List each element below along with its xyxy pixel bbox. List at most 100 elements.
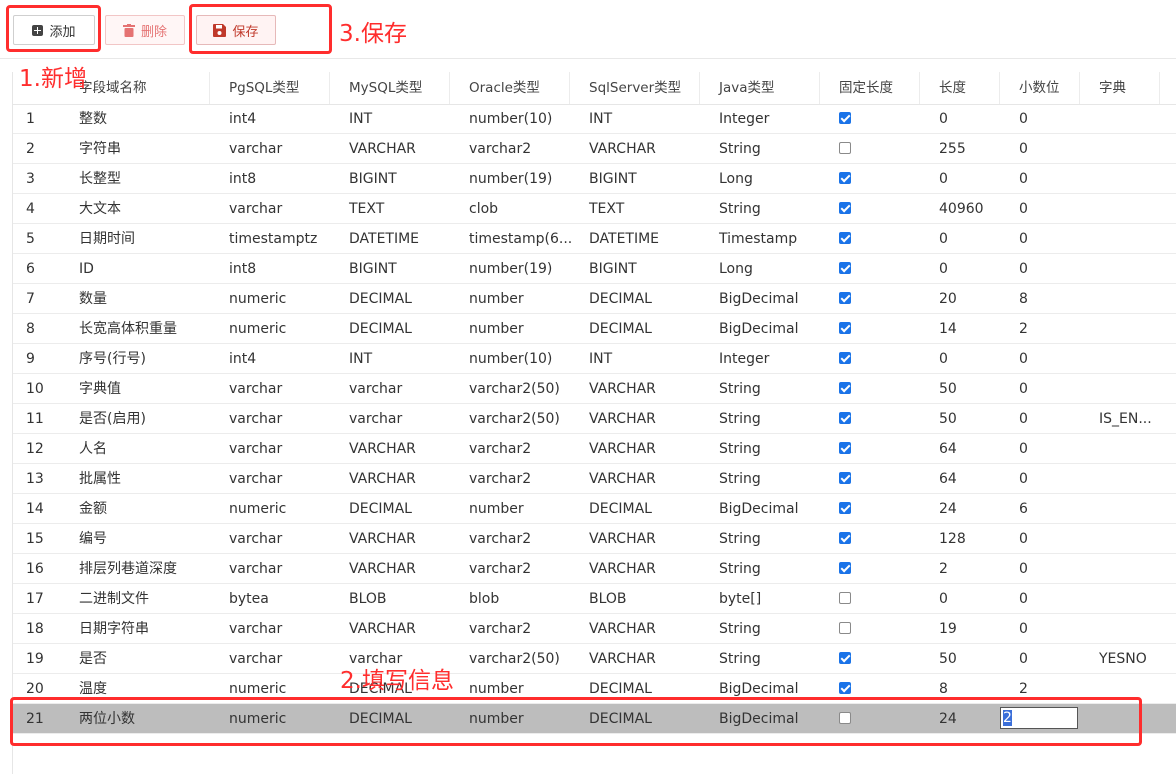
mysql-cell[interactable]: VARCHAR (341, 554, 453, 584)
len-cell[interactable]: 20 (931, 284, 1003, 314)
table-row[interactable]: 10 字典值 varchar varchar varchar2(50) VARCHAR St… (13, 374, 1176, 404)
len-cell[interactable]: 50 (931, 374, 1003, 404)
mysql-cell[interactable]: BIGINT (341, 254, 453, 284)
java-cell[interactable]: BigDecimal (711, 284, 823, 314)
mssql-cell[interactable]: INT (581, 104, 703, 134)
name-cell[interactable]: 金额 (71, 494, 213, 524)
dict-cell[interactable] (1091, 134, 1163, 164)
fixed-length-checkbox[interactable] (839, 382, 851, 394)
fixed-length-checkbox[interactable] (839, 292, 851, 304)
java-cell[interactable]: String (711, 554, 823, 584)
column-separator[interactable] (209, 72, 210, 104)
table-row[interactable]: 19 是否 varchar varchar varchar2(50) VARCHAR Str… (13, 644, 1176, 674)
dict-cell[interactable] (1091, 614, 1163, 644)
dec-cell[interactable]: 0 (1011, 134, 1083, 164)
dec-cell[interactable]: 0 (1011, 254, 1083, 284)
fixed-length-cell[interactable] (831, 104, 923, 134)
dec-cell[interactable]: 0 (1011, 614, 1083, 644)
table-row[interactable]: 4 大文本 varchar TEXT clob TEXT String 40960 0 (13, 194, 1176, 224)
mssql-cell[interactable]: DECIMAL (581, 314, 703, 344)
mysql-cell[interactable]: VARCHAR (341, 134, 453, 164)
fixed-length-cell[interactable] (831, 164, 923, 194)
table-row[interactable]: 20 温度 numeric DECIMAL number DECIMAL BigDecima… (13, 674, 1176, 704)
mysql-cell[interactable]: VARCHAR (341, 434, 453, 464)
column-header[interactable]: SqlServer类型 (581, 72, 711, 104)
mssql-cell[interactable]: TEXT (581, 194, 703, 224)
column-separator[interactable] (1159, 72, 1160, 104)
fixed-length-checkbox[interactable] (839, 262, 851, 274)
pg-cell[interactable]: varchar (221, 404, 333, 434)
mssql-cell[interactable]: VARCHAR (581, 434, 703, 464)
column-separator[interactable] (329, 72, 330, 104)
column-header[interactable]: MySQL类型 (341, 72, 461, 104)
len-cell[interactable]: 2 (931, 554, 1003, 584)
len-cell[interactable]: 24 (931, 494, 1003, 524)
fixed-length-checkbox[interactable] (839, 682, 851, 694)
len-cell[interactable]: 128 (931, 524, 1003, 554)
pg-cell[interactable]: varchar (221, 134, 333, 164)
dict-cell[interactable] (1091, 464, 1163, 494)
fixed-length-checkbox[interactable] (839, 592, 851, 604)
mysql-cell[interactable]: BLOB (341, 584, 453, 614)
mysql-cell[interactable]: DECIMAL (341, 284, 453, 314)
fixed-length-checkbox[interactable] (839, 712, 851, 724)
table-row[interactable]: 2 字符串 varchar VARCHAR varchar2 VARCHAR String 2… (13, 134, 1176, 164)
dict-cell[interactable] (1091, 314, 1163, 344)
pg-cell[interactable]: numeric (221, 314, 333, 344)
oracle-cell[interactable]: varchar2 (461, 464, 573, 494)
dict-cell[interactable] (1091, 344, 1163, 374)
oracle-cell[interactable]: varchar2 (461, 434, 573, 464)
column-separator[interactable] (819, 72, 820, 104)
oracle-cell[interactable]: timestamp(6... (461, 224, 573, 254)
oracle-cell[interactable]: number (461, 494, 573, 524)
java-cell[interactable]: String (711, 404, 823, 434)
pg-cell[interactable]: int8 (221, 254, 333, 284)
name-cell[interactable]: 是否(启用) (71, 404, 213, 434)
len-cell[interactable]: 0 (931, 104, 1003, 134)
pg-cell[interactable]: timestamptz (221, 224, 333, 254)
oracle-cell[interactable]: varchar2(50) (461, 404, 573, 434)
len-cell[interactable]: 14 (931, 314, 1003, 344)
len-cell[interactable]: 255 (931, 134, 1003, 164)
pg-cell[interactable]: varchar (221, 464, 333, 494)
name-cell[interactable]: 整数 (71, 104, 213, 134)
len-cell[interactable]: 8 (931, 674, 1003, 704)
mysql-cell[interactable]: INT (341, 344, 453, 374)
column-header[interactable]: PgSQL类型 (221, 72, 341, 104)
java-cell[interactable]: String (711, 134, 823, 164)
len-cell[interactable]: 50 (931, 404, 1003, 434)
mysql-cell[interactable]: VARCHAR (341, 524, 453, 554)
dec-cell[interactable]: 0 (1011, 554, 1083, 584)
java-cell[interactable]: String (711, 644, 823, 674)
java-cell[interactable]: String (711, 194, 823, 224)
pg-cell[interactable]: numeric (221, 284, 333, 314)
oracle-cell[interactable]: number (461, 314, 573, 344)
oracle-cell[interactable]: clob (461, 194, 573, 224)
fixed-length-checkbox[interactable] (839, 622, 851, 634)
name-cell[interactable]: 编号 (71, 524, 213, 554)
len-cell[interactable]: 40960 (931, 194, 1003, 224)
oracle-cell[interactable]: blob (461, 584, 573, 614)
pg-cell[interactable]: numeric (221, 704, 333, 734)
java-cell[interactable]: BigDecimal (711, 314, 823, 344)
pg-cell[interactable]: varchar (221, 434, 333, 464)
dict-cell[interactable] (1091, 104, 1163, 134)
len-cell[interactable]: 0 (931, 164, 1003, 194)
fixed-length-cell[interactable] (831, 554, 923, 584)
column-header[interactable]: Oracle类型 (461, 72, 581, 104)
oracle-cell[interactable]: number(10) (461, 344, 573, 374)
oracle-cell[interactable]: varchar2(50) (461, 644, 573, 674)
mysql-cell[interactable]: VARCHAR (341, 614, 453, 644)
mysql-cell[interactable]: DECIMAL (341, 314, 453, 344)
table-row[interactable]: 13 批属性 varchar VARCHAR varchar2 VARCHAR String… (13, 464, 1176, 494)
fixed-length-cell[interactable] (831, 284, 923, 314)
mssql-cell[interactable]: VARCHAR (581, 404, 703, 434)
table-row[interactable]: 5 日期时间 timestamptz DATETIME timestamp(6... DA… (13, 224, 1176, 254)
table-row[interactable]: 11 是否(启用) varchar varchar varchar2(50) VARCHA… (13, 404, 1176, 434)
fixed-length-cell[interactable] (831, 254, 923, 284)
fixed-length-checkbox[interactable] (839, 232, 851, 244)
dict-cell[interactable] (1091, 674, 1163, 704)
mysql-cell[interactable]: VARCHAR (341, 464, 453, 494)
fixed-length-cell[interactable] (831, 584, 923, 614)
mysql-cell[interactable]: DECIMAL (341, 704, 453, 734)
